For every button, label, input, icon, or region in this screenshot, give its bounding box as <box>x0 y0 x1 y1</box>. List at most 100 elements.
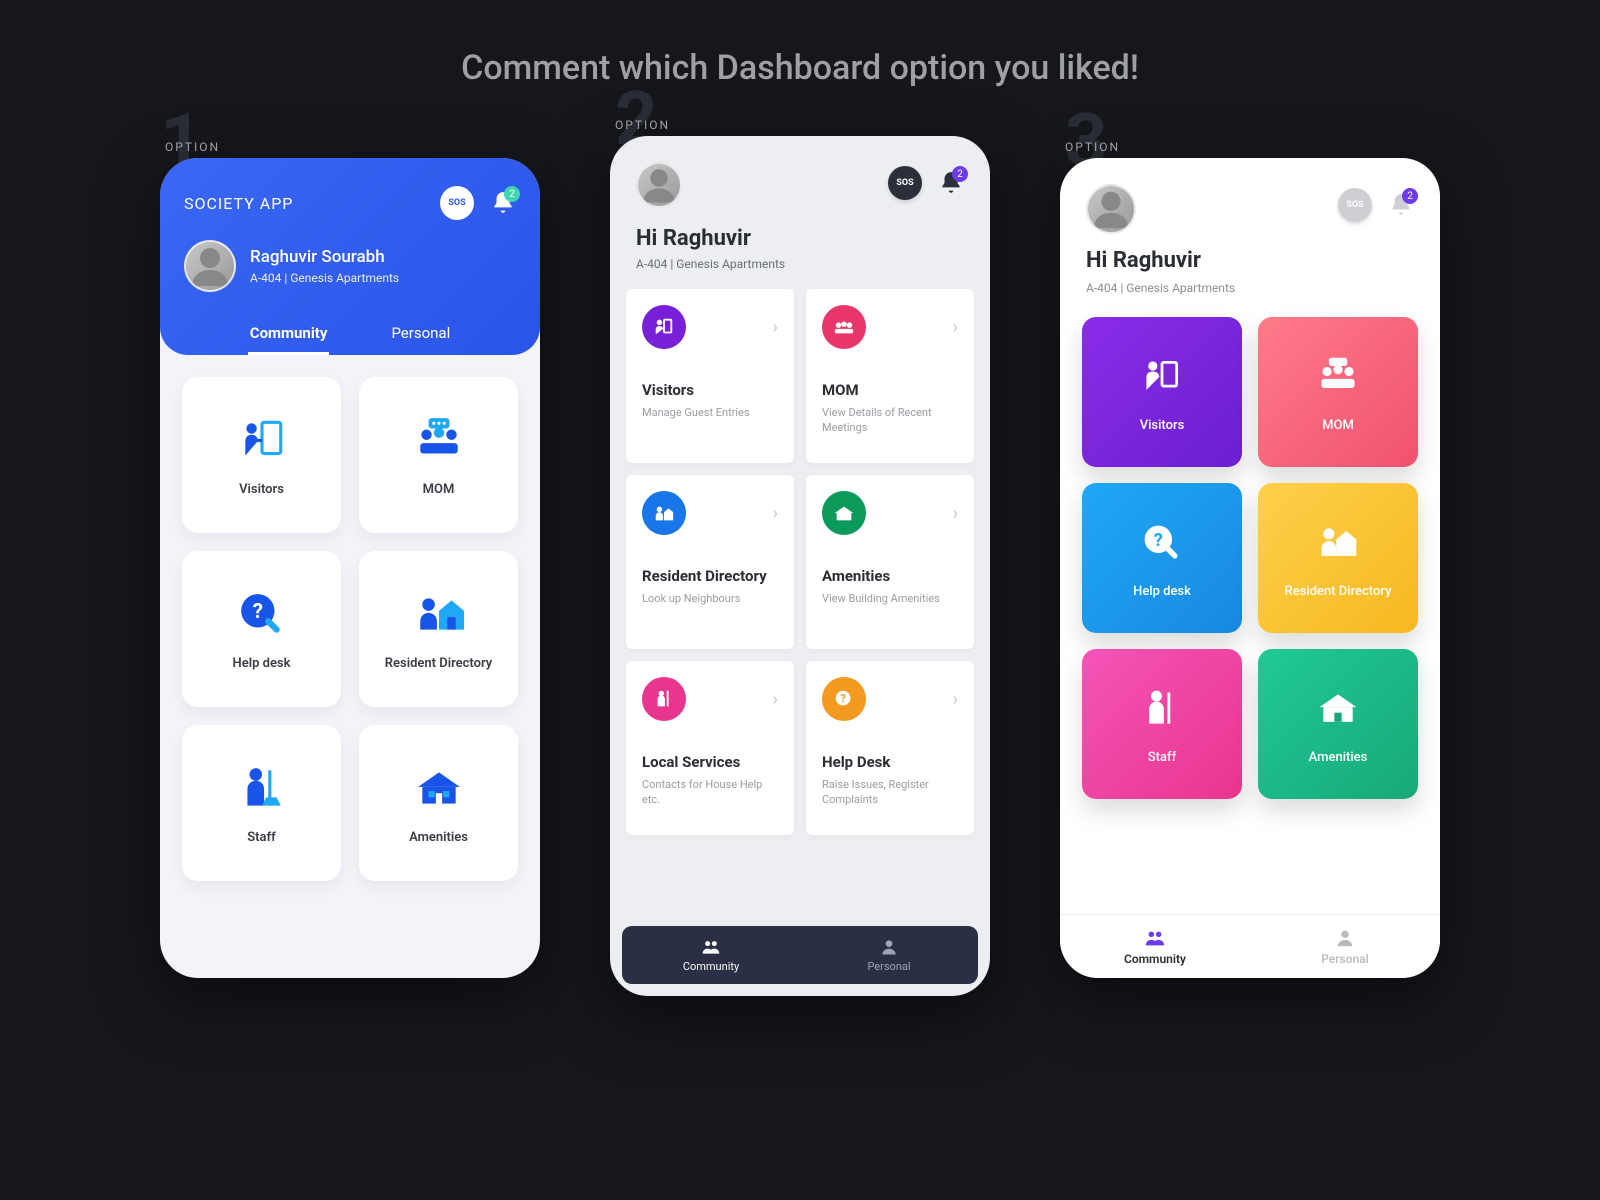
card-title: Amenities <box>822 567 958 585</box>
card-title: Visitors <box>642 381 778 399</box>
card-subtitle: Raise Issues, Register Complaints <box>822 777 958 808</box>
card-title: Local Services <box>642 753 778 771</box>
greeting: Hi Raghuvir <box>636 226 964 251</box>
nav-label: Personal <box>1321 952 1368 966</box>
card-directory[interactable]: › Resident Directory Look up Neighbours <box>626 475 794 649</box>
nav-personal[interactable]: Personal <box>800 926 978 984</box>
card-visitors[interactable]: Visitors <box>182 377 341 533</box>
nav-label: Personal <box>867 960 910 973</box>
bottom-nav: Community Personal <box>1060 914 1440 978</box>
amenities-icon <box>412 762 466 816</box>
svg-text:?: ? <box>840 692 846 705</box>
card-visitors[interactable]: › Visitors Manage Guest Entries <box>626 289 794 463</box>
app-title: SOCIETY APP <box>184 194 293 213</box>
person-icon <box>879 937 899 957</box>
phone-mockup-1: SOCIETY APP SOS 2 Raghuvir Sourabh <box>160 158 540 978</box>
avatar <box>184 240 236 292</box>
card-label: MOM <box>1322 418 1354 433</box>
card-label: Staff <box>247 830 276 845</box>
card-amenities[interactable]: Amenities <box>359 725 518 881</box>
card-label: Staff <box>1148 750 1176 765</box>
amenities-icon <box>1313 684 1363 734</box>
nav-label: Community <box>683 960 739 973</box>
card-mom[interactable]: › MOM View Details of Recent Meetings <box>806 289 974 463</box>
notifications-button[interactable]: 2 <box>938 170 964 196</box>
tab-community[interactable]: Community <box>248 314 330 355</box>
user-block[interactable]: Raghuvir Sourabh A-404 | Genesis Apartme… <box>184 240 516 292</box>
option-2-group: 2 OPTION SOS 2 Hi Raghuvir A-404 | Genes… <box>610 158 990 996</box>
card-label: Visitors <box>239 482 284 497</box>
card-helpdesk[interactable]: ? Help desk <box>182 551 341 707</box>
person-icon <box>186 240 234 292</box>
notification-badge: 2 <box>1402 188 1418 204</box>
nav-community[interactable]: Community <box>1060 915 1250 978</box>
greeting: Hi Raghuvir <box>1086 248 1414 273</box>
visitors-icon <box>642 305 686 349</box>
mom-icon <box>412 414 466 468</box>
card-title: MOM <box>822 381 958 399</box>
avatar[interactable] <box>1086 184 1136 234</box>
chevron-right-icon: › <box>773 317 778 338</box>
user-address: A-404 | Genesis Apartments <box>1086 281 1414 295</box>
card-mom[interactable]: MOM <box>1258 317 1418 467</box>
card-directory[interactable]: Resident Directory <box>1258 483 1418 633</box>
user-name: Raghuvir Sourabh <box>250 247 399 267</box>
person-icon <box>1088 184 1134 234</box>
card-local-services[interactable]: › Local Services Contacts for House Help… <box>626 661 794 835</box>
card-grid: › Visitors Manage Guest Entries › MOM Vi… <box>610 289 990 835</box>
card-directory[interactable]: Resident Directory <box>359 551 518 707</box>
directory-icon <box>412 588 466 642</box>
option-1-group: 1 OPTION SOCIETY APP SOS 2 <box>160 158 540 978</box>
card-amenities[interactable]: › Amenities View Building Amenities <box>806 475 974 649</box>
option-label-3: OPTION <box>1065 140 1120 154</box>
tab-personal[interactable]: Personal <box>389 314 452 355</box>
card-helpdesk[interactable]: ? Help desk <box>1082 483 1242 633</box>
visitors-icon <box>1137 352 1187 402</box>
card-label: Resident Directory <box>385 656 492 671</box>
card-label: Resident Directory <box>1285 584 1392 599</box>
visitors-icon <box>235 414 289 468</box>
notifications-button[interactable]: 2 <box>1388 192 1414 218</box>
option-label-1: OPTION <box>165 140 220 154</box>
chevron-right-icon: › <box>773 689 778 710</box>
card-visitors[interactable]: Visitors <box>1082 317 1242 467</box>
user-address: A-404 | Genesis Apartments <box>250 271 399 285</box>
mom-icon <box>1313 352 1363 402</box>
card-title: Help Desk <box>822 753 958 771</box>
card-subtitle: Contacts for House Help etc. <box>642 777 778 808</box>
directory-icon <box>1313 518 1363 568</box>
sos-button[interactable]: SOS <box>440 186 474 220</box>
card-label: Amenities <box>1309 750 1368 765</box>
card-mom[interactable]: MOM <box>359 377 518 533</box>
card-label: Help desk <box>1133 584 1191 599</box>
card-label: Help desk <box>233 656 291 671</box>
svg-text:?: ? <box>1154 529 1163 550</box>
card-grid: Visitors MOM ? Help desk <box>160 355 540 881</box>
phone-mockup-2: SOS 2 Hi Raghuvir A-404 | Genesis Apartm… <box>610 136 990 996</box>
page-title: Comment which Dashboard option you liked… <box>0 0 1600 88</box>
directory-icon <box>642 491 686 535</box>
card-amenities[interactable]: Amenities <box>1258 649 1418 799</box>
person-icon <box>638 162 680 208</box>
card-label: Amenities <box>409 830 468 845</box>
nav-community[interactable]: Community <box>622 926 800 984</box>
sos-button[interactable]: SOS <box>888 166 922 200</box>
notifications-button[interactable]: 2 <box>490 190 516 216</box>
notification-badge: 2 <box>952 166 968 182</box>
card-subtitle: Look up Neighbours <box>642 591 778 606</box>
chevron-right-icon: › <box>773 503 778 524</box>
mom-icon <box>822 305 866 349</box>
card-grid: Visitors MOM ? Help desk <box>1060 317 1440 799</box>
card-subtitle: Manage Guest Entries <box>642 405 778 420</box>
card-helpdesk[interactable]: ? › Help Desk Raise Issues, Register Com… <box>806 661 974 835</box>
option-label-2: OPTION <box>615 118 670 132</box>
avatar[interactable] <box>636 162 682 208</box>
phones-container: 1 OPTION SOCIETY APP SOS 2 <box>0 158 1600 996</box>
card-staff[interactable]: Staff <box>1082 649 1242 799</box>
helpdesk-icon: ? <box>822 677 866 721</box>
amenities-icon <box>822 491 866 535</box>
option-3-group: 3 OPTION SOS 2 Hi Raghuvir A-404 | Genes… <box>1060 158 1440 978</box>
sos-button[interactable]: SOS <box>1338 188 1372 222</box>
card-staff[interactable]: Staff <box>182 725 341 881</box>
nav-personal[interactable]: Personal <box>1250 915 1440 978</box>
